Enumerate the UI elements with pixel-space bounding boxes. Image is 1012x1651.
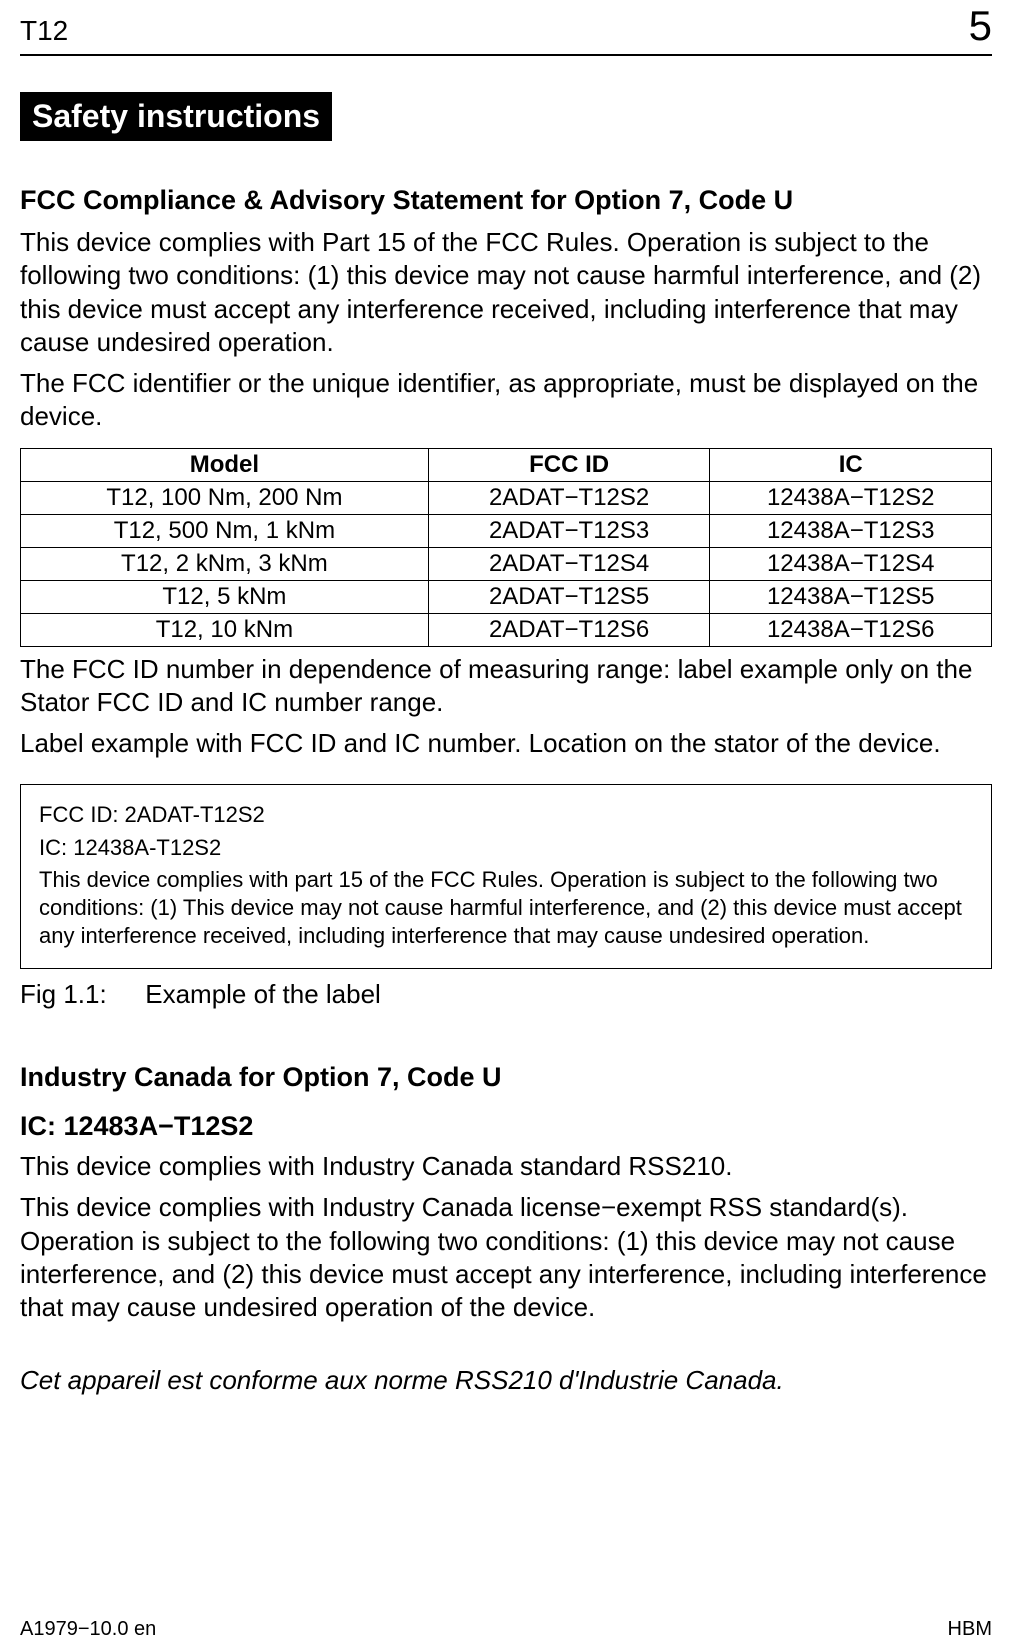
label-ic: IC: 12438A-T12S2 [39, 834, 973, 862]
label-compliance-text: This device complies with part 15 of the… [39, 866, 973, 950]
ic-french-para: Cet appareil est conforme aux norme RSS2… [20, 1365, 992, 1396]
table-row: T12, 5 kNm 2ADAT−T12S5 12438A−T12S5 [21, 580, 992, 613]
th-ic: IC [710, 448, 992, 481]
cell-model: T12, 500 Nm, 1 kNm [21, 514, 429, 547]
cell-fccid: 2ADAT−T12S3 [428, 514, 710, 547]
figure-caption: Fig 1.1: Example of the label [20, 979, 992, 1010]
cell-ic: 12438A−T12S3 [710, 514, 992, 547]
table-row: T12, 2 kNm, 3 kNm 2ADAT−T12S4 12438A−T12… [21, 547, 992, 580]
fcc-id-table: Model FCC ID IC T12, 100 Nm, 200 Nm 2ADA… [20, 448, 992, 647]
industry-canada-title: Industry Canada for Option 7, Code U [20, 1062, 992, 1093]
fcc-para-1: This device complies with Part 15 of the… [20, 226, 992, 359]
label-example-box: FCC ID: 2ADAT-T12S2 IC: 12438A-T12S2 Thi… [20, 784, 992, 969]
figure-text: Example of the label [145, 979, 381, 1009]
page-number: 5 [969, 2, 992, 50]
table-row: T12, 10 kNm 2ADAT−T12S6 12438A−T12S6 [21, 613, 992, 646]
cell-ic: 12438A−T12S6 [710, 613, 992, 646]
after-table-para-1: The FCC ID number in dependence of measu… [20, 653, 992, 720]
cell-ic: 12438A−T12S5 [710, 580, 992, 613]
page-header: T12 5 [20, 0, 992, 56]
fcc-para-2: The FCC identifier or the unique identif… [20, 367, 992, 434]
fcc-compliance-title: FCC Compliance & Advisory Statement for … [20, 185, 992, 216]
after-table-para-2: Label example with FCC ID and IC number.… [20, 727, 992, 760]
safety-instructions-banner: Safety instructions [20, 92, 332, 141]
th-model: Model [21, 448, 429, 481]
cell-model: T12, 5 kNm [21, 580, 429, 613]
ic-para-2: This device complies with Industry Canad… [20, 1191, 992, 1324]
cell-model: T12, 10 kNm [21, 613, 429, 646]
cell-fccid: 2ADAT−T12S6 [428, 613, 710, 646]
ic-heading: IC: 12483A−T12S2 [20, 1111, 992, 1142]
cell-fccid: 2ADAT−T12S2 [428, 481, 710, 514]
cell-ic: 12438A−T12S2 [710, 481, 992, 514]
ic-para-1: This device complies with Industry Canad… [20, 1150, 992, 1183]
header-model: T12 [20, 15, 68, 47]
th-fcc-id: FCC ID [428, 448, 710, 481]
cell-model: T12, 2 kNm, 3 kNm [21, 547, 429, 580]
cell-fccid: 2ADAT−T12S4 [428, 547, 710, 580]
table-header-row: Model FCC ID IC [21, 448, 992, 481]
cell-fccid: 2ADAT−T12S5 [428, 580, 710, 613]
cell-model: T12, 100 Nm, 200 Nm [21, 481, 429, 514]
table-row: T12, 100 Nm, 200 Nm 2ADAT−T12S2 12438A−T… [21, 481, 992, 514]
footer-doc-id: A1979−10.0 en [20, 1618, 156, 1641]
figure-number: Fig 1.1: [20, 979, 138, 1010]
label-fcc-id: FCC ID: 2ADAT-T12S2 [39, 801, 973, 829]
cell-ic: 12438A−T12S4 [710, 547, 992, 580]
table-row: T12, 500 Nm, 1 kNm 2ADAT−T12S3 12438A−T1… [21, 514, 992, 547]
page-footer: A1979−10.0 en HBM [20, 1618, 992, 1641]
footer-brand: HBM [948, 1618, 992, 1641]
